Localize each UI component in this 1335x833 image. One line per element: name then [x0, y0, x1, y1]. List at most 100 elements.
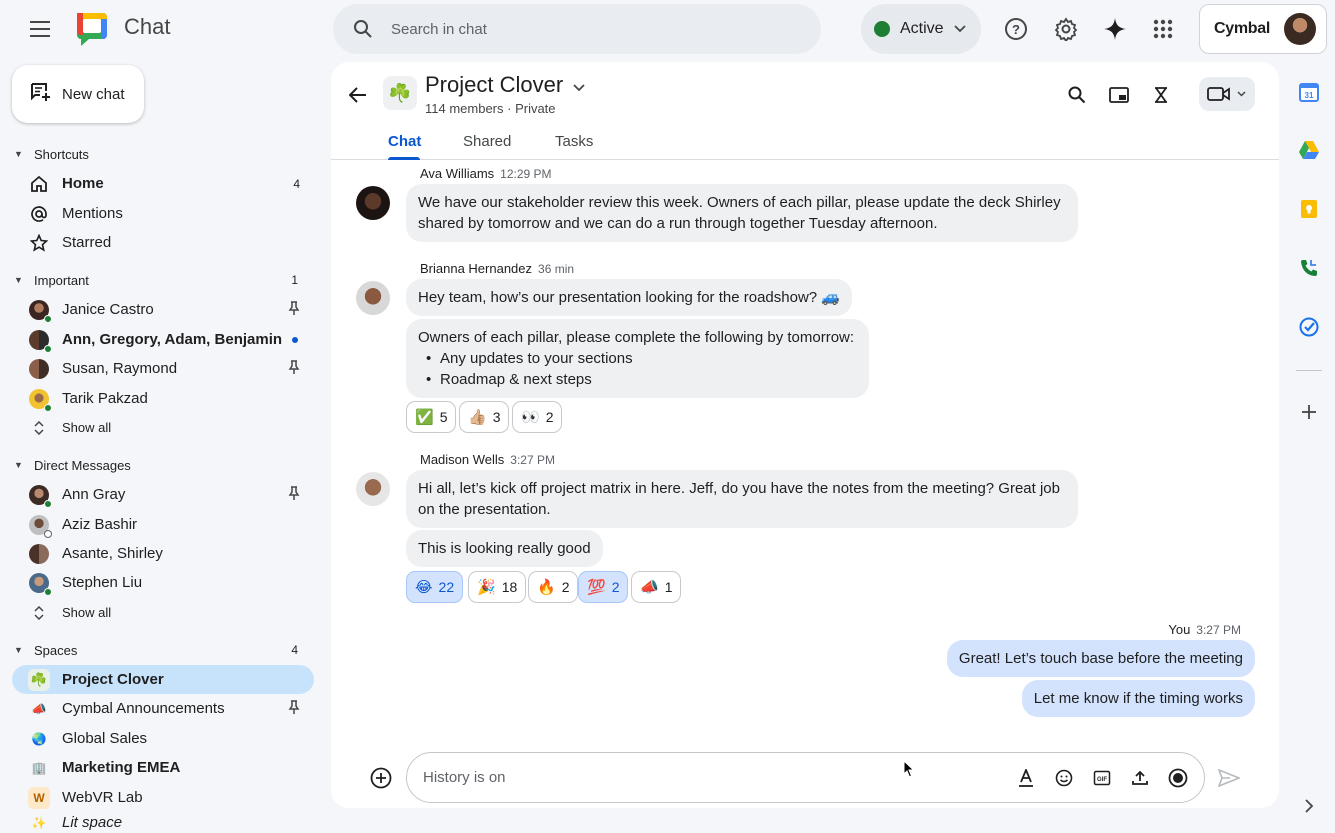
sidebar-item-group-chat[interactable]: Ann, Gregory, Adam, Benjamin [12, 325, 314, 354]
section-direct-messages[interactable]: ▼ Direct Messages [0, 453, 320, 477]
search-bar[interactable] [333, 4, 821, 54]
message-time: 12:29 PM [500, 167, 552, 181]
sidebar-item-label: Ann, Gregory, Adam, Benjamin [62, 331, 283, 348]
sidebar-item-susan-raymond[interactable]: Susan, Raymond [12, 354, 314, 383]
tab-chat[interactable]: Chat [388, 133, 421, 150]
section-important[interactable]: ▼ Important 1 [0, 268, 320, 292]
reaction-chip[interactable]: 💯 2 [578, 571, 629, 603]
new-chat-label: New chat [62, 85, 125, 103]
sidebar-item-starred[interactable]: Starred [12, 228, 314, 257]
sidebar-item-mentions[interactable]: Mentions [12, 199, 314, 228]
section-title: Important [34, 272, 89, 288]
collapse-triangle-icon: ▼ [14, 275, 23, 285]
sidebar-item-aziz-bashir[interactable]: Aziz Bashir [12, 510, 314, 539]
sidebar-item-lit-space[interactable]: ✨ Lit space [12, 812, 314, 833]
avatar [28, 484, 52, 508]
sidebar-item-label: Cymbal Announcements [62, 700, 225, 717]
search-in-space-icon[interactable] [1060, 78, 1094, 112]
keep-icon[interactable] [1296, 196, 1322, 222]
section-spaces[interactable]: ▼ Spaces 4 [0, 638, 320, 662]
drive-icon[interactable] [1296, 137, 1322, 163]
message-bubble[interactable]: Hi all, let’s kick off project matrix in… [406, 470, 1078, 528]
reaction-chip[interactable]: ✅ 5 [406, 401, 457, 433]
show-all-label: Show all [62, 605, 112, 620]
add-app-icon[interactable] [1296, 399, 1322, 425]
reaction-chip[interactable]: 🔥 2 [528, 571, 579, 603]
voice-phone-icon[interactable] [1296, 255, 1322, 281]
pin-icon[interactable] [288, 700, 300, 717]
sidebar-item-marketing-emea[interactable]: 🏢 Marketing EMEA [12, 753, 314, 782]
sidebar-item-cymbal-announcements[interactable]: 📣 Cymbal Announcements [12, 694, 314, 723]
sidebar-item-home[interactable]: Home 4 [12, 169, 314, 198]
message-bubble[interactable]: We have our stakeholder review this week… [406, 184, 1078, 242]
sparkle-icon: ✨ [31, 815, 47, 830]
reaction-chip[interactable]: 🎉 18 [468, 571, 527, 603]
back-arrow-icon[interactable] [343, 80, 373, 110]
reaction-count: 2 [545, 409, 554, 425]
tab-tasks[interactable]: Tasks [555, 133, 593, 150]
show-all-important[interactable]: Show all [12, 413, 314, 442]
message-bubble[interactable]: Hey team, how’s our presentation looking… [406, 279, 852, 316]
calendar-icon[interactable]: 31 [1296, 79, 1322, 105]
status-selector[interactable]: Active [861, 4, 981, 54]
sidebar-item-tarik-pakzad[interactable]: Tarik Pakzad [12, 384, 314, 413]
show-all-direct-messages[interactable]: Show all [12, 598, 314, 627]
gemini-sparkle-icon[interactable] [1095, 9, 1135, 49]
author-name: Ava Williams [420, 166, 495, 181]
text-format-icon[interactable] [1013, 765, 1039, 791]
avatar[interactable] [356, 472, 390, 506]
reaction-chip[interactable]: 👀 2 [512, 401, 563, 433]
section-shortcuts[interactable]: ▼ Shortcuts [0, 142, 320, 166]
video-call-button[interactable] [1199, 77, 1255, 111]
account-switcher[interactable]: Cymbal [1199, 4, 1327, 54]
picture-in-picture-icon[interactable] [1102, 78, 1136, 112]
threads-hourglass-icon[interactable] [1144, 78, 1178, 112]
message-input[interactable] [423, 769, 983, 786]
tab-shared[interactable]: Shared [463, 133, 511, 150]
chevron-down-icon[interactable] [1237, 91, 1246, 97]
add-attachment-icon[interactable] [367, 764, 395, 792]
sidebar-item-label: Stephen Liu [62, 574, 143, 591]
pin-icon[interactable] [288, 486, 300, 503]
record-video-icon[interactable] [1165, 765, 1191, 791]
svg-text:31: 31 [1305, 91, 1314, 100]
conversation-panel: ☘️ Project Clover 114 members · Private … [331, 62, 1279, 808]
send-icon[interactable] [1215, 764, 1243, 792]
tasks-icon[interactable] [1296, 314, 1322, 340]
reaction-count: 22 [438, 579, 455, 595]
sidebar-item-asante-shirley[interactable]: Asante, Shirley [12, 539, 314, 568]
new-chat-button[interactable]: New chat [12, 65, 144, 123]
space-title-button[interactable]: Project Clover [425, 72, 585, 98]
account-brand: Cymbal [1214, 20, 1270, 37]
gif-icon[interactable]: GIF [1089, 765, 1115, 791]
reaction-chip[interactable]: 👍🏼 3 [459, 401, 510, 433]
list-item: Any updates to your sections [418, 348, 857, 369]
pin-icon[interactable] [288, 301, 300, 318]
sidebar-item-global-sales[interactable]: 🌏 Global Sales [12, 724, 314, 753]
help-icon[interactable]: ? [996, 9, 1036, 49]
upload-icon[interactable] [1127, 765, 1153, 791]
message-author: Madison Wells 3:27 PM [420, 452, 555, 467]
message-bubble[interactable]: Owners of each pillar, please complete t… [406, 319, 869, 398]
avatar [28, 358, 50, 380]
avatar[interactable] [356, 281, 390, 315]
sidebar-item-ann-gray[interactable]: Ann Gray [12, 480, 314, 509]
message-bubble[interactable]: This is looking really good [406, 530, 603, 567]
reaction-chip[interactable]: 📣 1 [631, 571, 682, 603]
message-composer[interactable]: GIF [406, 752, 1205, 803]
emoji-icon[interactable] [1051, 765, 1077, 791]
expand-panel-chevron-icon[interactable] [1296, 793, 1322, 819]
pin-icon[interactable] [288, 360, 300, 377]
main-menu-icon[interactable] [22, 10, 60, 48]
reaction-chip[interactable]: 😂 22 [406, 571, 464, 603]
message-bubble[interactable]: Great! Let’s touch base before the meeti… [946, 640, 1255, 677]
settings-gear-icon[interactable] [1046, 9, 1086, 49]
apps-grid-icon[interactable] [1143, 9, 1183, 49]
sidebar-item-webvr-lab[interactable]: W WebVR Lab [12, 783, 314, 812]
sidebar-item-stephen-liu[interactable]: Stephen Liu [12, 568, 314, 597]
search-input[interactable] [391, 20, 771, 38]
avatar[interactable] [356, 186, 390, 220]
message-bubble[interactable]: Let me know if the timing works [1021, 680, 1255, 717]
sidebar-item-janice-castro[interactable]: Janice Castro [12, 295, 314, 324]
sidebar-item-project-clover[interactable]: ☘️ Project Clover [12, 665, 314, 694]
